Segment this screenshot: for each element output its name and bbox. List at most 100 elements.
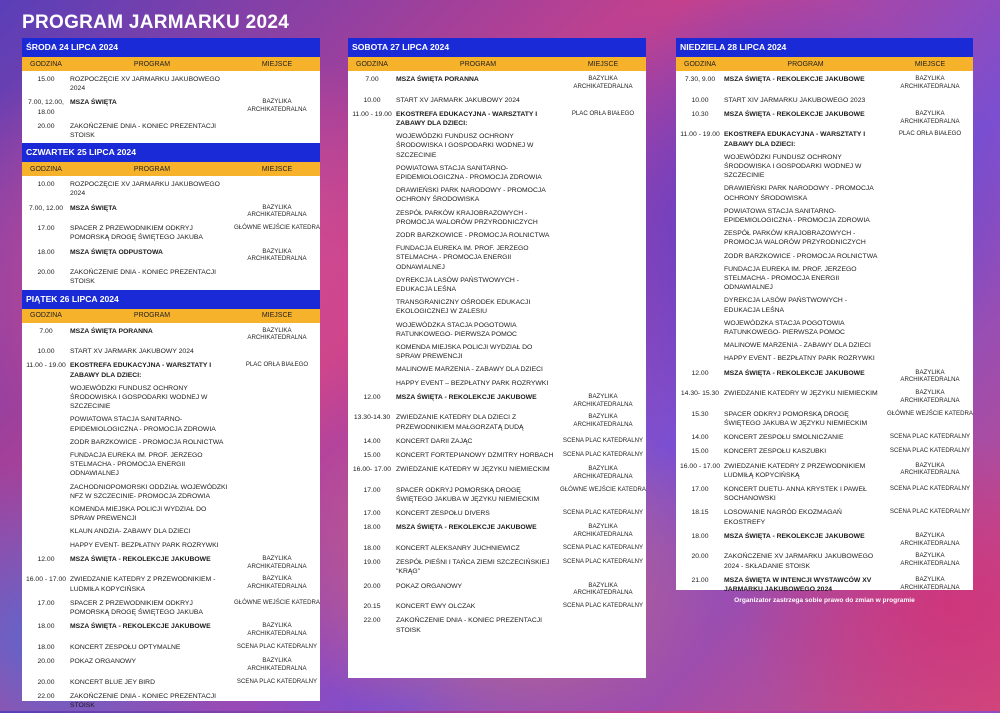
column-header-row: GODZINA PROGRAM MIEJSCE xyxy=(676,57,973,71)
event-program: MSZA ŚWIĘTA - REKOLEKCJE JAKUBOWE xyxy=(70,623,211,631)
event-time: 10.00 xyxy=(37,181,55,189)
event-program: MSZA ŚWIĘTA W INTENCJI WYSTAWCÓW XV JARM… xyxy=(724,576,872,594)
schedule-row: 16.00 - 17.00 ZWIEDZANIE KATEDRY Z PRZEWO… xyxy=(676,460,973,483)
event-program: SPACER ODKRYJ POMORSKĄ DROGĘ ŚWIĘTEGO JA… xyxy=(396,486,540,504)
event-place xyxy=(234,415,320,433)
event-place: BAZYLIKA ARCHIKATEDRALNA xyxy=(900,461,960,477)
event-time xyxy=(22,384,70,412)
event-time: 11.00 - 19.00 xyxy=(680,131,720,139)
event-time xyxy=(348,231,396,240)
event-place: GŁÓWNE WEJŚCIE KATEDRA xyxy=(560,485,646,493)
event-time: 19.00 xyxy=(363,559,381,567)
event-program: START XV JARMARK JAKUBOWY 2024 xyxy=(396,96,520,104)
event-place: BAZYLIKA ARCHIKATEDRALNA xyxy=(900,368,960,384)
event-program: KONCERT ALEKSANRY JUCHNIEWICZ xyxy=(396,545,520,553)
event-time xyxy=(22,541,70,550)
program-column-header: PROGRAM xyxy=(133,60,171,68)
event-place: BAZYLIKA ARCHIKATEDRALNA xyxy=(573,465,633,481)
event-program: WOJEWÓDZKI FUNDUSZ OCHRONY ŚRODOWISKA I … xyxy=(70,384,208,411)
schedule-row: 20.00 ZAKOŃCZENIE DNIA - KONIEC PREZENTAC… xyxy=(22,266,320,289)
column-header-row: GODZINA PROGRAM MIEJSCE xyxy=(348,57,646,71)
schedule-row: 14.30- 15.30 ZWIEDZANIE KATEDRY W JĘZYKU … xyxy=(676,387,973,408)
schedule-row: WOJEWÓDZKI FUNDUSZ OCHRONY ŚRODOWISKA I … xyxy=(676,152,973,184)
event-program: DRAWIEŃSKI PARK NARODOWY - PROMOCJA OCHR… xyxy=(396,187,546,204)
schedule-row: 7.00 MSZA ŚWIĘTA PORANNA BAZYLIKA ARCHIKAT… xyxy=(348,73,646,94)
event-time: 18.00 xyxy=(37,623,55,631)
day-header: SOBOTA 27 LIPCA 2024 xyxy=(348,38,646,57)
schedule-row: 22.00 ZAKOŃCZENIE DNIA - KONIEC PREZENTAC… xyxy=(348,614,646,637)
event-program: MALINOWE MARZENIA - ZABAWY DLA DZIECI xyxy=(396,366,543,374)
schedule-row: 20.00 POKAZ ORGANOWY BAZYLIKA ARCHIKATEDRA… xyxy=(22,655,320,676)
schedule-row: 16.00- 17.00 ZWIEDZANIE KATEDRY W JĘZYKU … xyxy=(348,463,646,484)
event-place xyxy=(887,341,973,350)
event-program: MSZA ŚWIĘTA - REKOLEKCJE JAKUBOWE xyxy=(724,110,865,118)
event-place xyxy=(887,319,973,337)
event-program: MSZA ŚWIĘTA - REKOLEKCJE JAKUBOWE xyxy=(724,369,865,377)
schedule-row: 17.00 KONCERT DUETU- ANNA KRYSTEK I PAWEŁ… xyxy=(676,483,973,506)
event-program: WOJEWÓDZKI FUNDUSZ OCHRONY ŚRODOWISKA I … xyxy=(396,133,534,159)
schedule-row: 15.00 KONCERT ZESPOŁU KASZUBKI SCENA PLAC … xyxy=(676,445,973,459)
event-time: 20.00 xyxy=(37,122,55,130)
program-column-header: PROGRAM xyxy=(133,165,171,173)
schedule-column-1: ŚRODA 24 LIPCA 2024 GODZINA PROGRAM MIEJSCE… xyxy=(22,38,320,709)
event-program: ZACHODNIOPOMORSKI ODDZIAŁ WOJEWÓDZKI NFZ… xyxy=(70,483,228,500)
schedule-row: 13.30-14.30 ZWIEDZANIE KATEDRY DLA DZIECI… xyxy=(348,411,646,434)
event-time: 15.00 xyxy=(691,448,709,456)
event-time: 11.00 - 19.00 xyxy=(26,362,66,370)
schedule-row: MALINOWE MARZENIA - ZABAWY DLA DZIECI xyxy=(676,340,973,353)
schedule-row: 18.00 KONCERT ZESPOŁU OPTYMALNE SCENA PLAC… xyxy=(22,641,320,655)
event-program: KONCERT BLUE JEY BIRD xyxy=(70,678,155,686)
schedule-row: HAPPY EVENT – BEZPŁATNY PARK ROZRYWKI xyxy=(348,378,646,391)
schedule-row: DYREKCJA LASÓW PAŃSTWOWYCH - EDUKACJA LE… xyxy=(348,275,646,297)
event-place xyxy=(560,186,646,204)
schedule-row: POWIATOWA STACJA SANITARNO-EPIDEMIOLOGIC… xyxy=(348,163,646,185)
schedule-row: 18.00 MSZA ŚWIĘTA - REKOLEKCJE JAKUBOWE BA… xyxy=(676,530,973,551)
event-place xyxy=(234,75,320,93)
event-program: MSZA ŚWIĘTA - REKOLEKCJE JAKUBOWE xyxy=(70,555,211,563)
schedule-row: 18.00 MSZA ŚWIĘTA - REKOLEKCJE JAKUBOWE BA… xyxy=(348,521,646,542)
event-place xyxy=(560,132,646,160)
event-program: DRAWIEŃSKI PARK NARODOWY - PROMOCJA OCHR… xyxy=(724,185,874,202)
event-time xyxy=(22,451,70,479)
event-place: SCENA PLAC KATEDRALNY xyxy=(562,602,644,610)
event-place xyxy=(234,384,320,412)
event-time: 18.00 xyxy=(363,545,381,553)
event-program: ZWIEDZANIE KATEDRY Z PRZEWODNIKIEM - LUD… xyxy=(70,576,216,593)
schedule-row: 16.00 - 17.00 ZWIEDZANIE KATEDRY Z PRZEWO… xyxy=(22,573,320,596)
event-place xyxy=(887,296,973,314)
event-time: 12.00 xyxy=(363,393,381,401)
event-place: BAZYLIKA ARCHIKATEDRALNA xyxy=(900,389,960,405)
event-time: 16.00 - 17.00 xyxy=(679,462,721,470)
event-place: GŁÓWNE WEJŚCIE KATEDRA xyxy=(234,598,320,606)
schedule-row: 10.00 START XV JARMARK JAKUBOWY 2024 xyxy=(348,94,646,108)
event-time: 17.00 xyxy=(363,510,381,518)
event-time xyxy=(676,341,724,350)
event-program: KONCERT FORTEPIANOWY DZMITRY HORBACH xyxy=(396,452,554,460)
event-program: KLAUN ANDZIA- ZABAWY DLA DZIECI xyxy=(70,528,191,536)
event-program: KONCERT DARII ZAJĄC xyxy=(396,437,473,445)
event-time xyxy=(22,415,70,433)
event-time: 18.00 xyxy=(37,643,55,651)
schedule-row: 20.00 KONCERT BLUE JEY BIRD SCENA PLAC KAT… xyxy=(22,676,320,690)
event-program: POWIATOWA STACJA SANITARNO-EPIDEMIOLOGIC… xyxy=(396,164,542,182)
schedule-row: 12.00 MSZA ŚWIĘTA - REKOLEKCJE JAKUBOWE BA… xyxy=(348,391,646,412)
schedule-column-2: SOBOTA 27 LIPCA 2024 GODZINA PROGRAM MIEJSC… xyxy=(348,38,646,678)
schedule-row: 18.00 MSZA ŚWIĘTA ODPUSTOWA BAZYLIKA ARCHI… xyxy=(22,246,320,267)
event-program: MALINOWE MARZENIA - ZABAWY DLA DZIECI xyxy=(724,342,871,350)
event-time: 21.00 xyxy=(691,576,709,584)
event-time: 15.30 xyxy=(691,410,709,418)
column-header-row: GODZINA PROGRAM MIEJSCE xyxy=(22,308,320,323)
event-place: PLAC ORŁA BIAŁEGO xyxy=(898,130,962,138)
event-place: BAZYLIKA ARCHIKATEDRALNA xyxy=(900,109,960,125)
event-program: DYREKCJA LASÓW PAŃSTWOWYCH - EDUKACJA LE… xyxy=(724,297,847,314)
event-program: ZAKOŃCZENIE XV JARMARKU JAKUBOWEGO 2024 … xyxy=(724,553,874,570)
event-place xyxy=(234,541,320,550)
event-place: BAZYLIKA ARCHIKATEDRALNA xyxy=(247,657,307,672)
schedule-row: WOJEWÓDZKA STACJA POGOTOWIA RATUNKOWEGO-… xyxy=(676,318,973,340)
event-time xyxy=(348,379,396,388)
event-place: BAZYLIKA ARCHIKATEDRALNA xyxy=(247,326,307,342)
event-place xyxy=(234,527,320,536)
event-place xyxy=(887,153,973,181)
event-program: ROZPOCZĘCIE XV JARMARKU JAKUBOWEGO 2024 xyxy=(70,76,220,93)
event-program: ZESPÓŁ PIEŚNI I TAŃCA ZIEMI SZCZECIŃSKIE… xyxy=(396,559,550,576)
